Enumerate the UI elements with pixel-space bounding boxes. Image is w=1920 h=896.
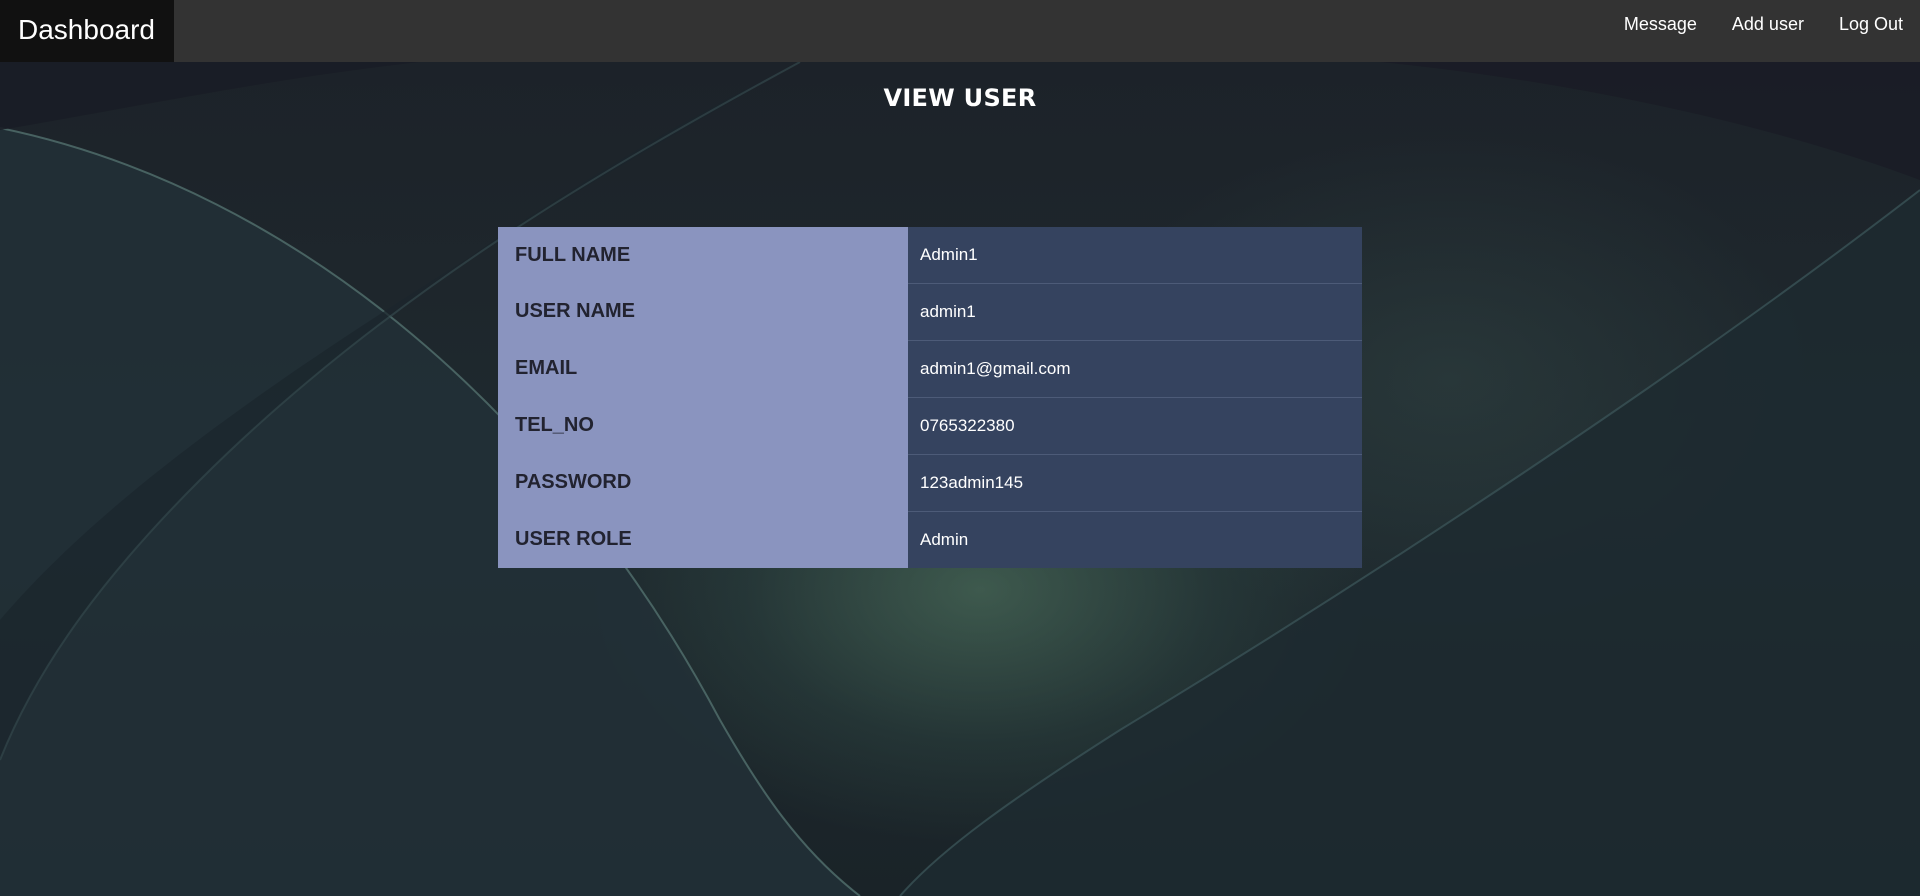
field-value: 0765322380 — [908, 397, 1362, 455]
top-navbar: Dashboard Message Add user Log Out — [0, 0, 1920, 62]
table-row: TEL_NO 0765322380 — [498, 397, 1362, 455]
field-label: PASSWORD — [498, 454, 908, 511]
field-label: USER NAME — [498, 283, 908, 340]
field-value: Admin — [908, 511, 1362, 568]
table-row: PASSWORD 123admin145 — [498, 454, 1362, 512]
field-value: admin1 — [908, 283, 1362, 341]
page-title: VIEW USER — [883, 84, 1037, 112]
field-label: EMAIL — [498, 340, 908, 397]
field-value: admin1@gmail.com — [908, 340, 1362, 398]
nav-message-link[interactable]: Message — [1606, 0, 1714, 48]
dashboard-brand-link[interactable]: Dashboard — [0, 0, 174, 62]
nav-add-user-link[interactable]: Add user — [1714, 0, 1821, 48]
field-label: TEL_NO — [498, 397, 908, 454]
table-row: FULL NAME Admin1 — [498, 227, 1362, 284]
table-row: USER NAME admin1 — [498, 283, 1362, 341]
field-label: USER ROLE — [498, 511, 908, 568]
table-row: EMAIL admin1@gmail.com — [498, 340, 1362, 398]
field-label: FULL NAME — [498, 227, 908, 283]
table-row: USER ROLE Admin — [498, 511, 1362, 568]
user-details-table: FULL NAME Admin1 USER NAME admin1 EMAIL … — [498, 227, 1362, 568]
field-value: Admin1 — [908, 227, 1362, 284]
field-value: 123admin145 — [908, 454, 1362, 512]
nav-links: Message Add user Log Out — [1606, 0, 1920, 48]
nav-logout-link[interactable]: Log Out — [1821, 0, 1920, 48]
